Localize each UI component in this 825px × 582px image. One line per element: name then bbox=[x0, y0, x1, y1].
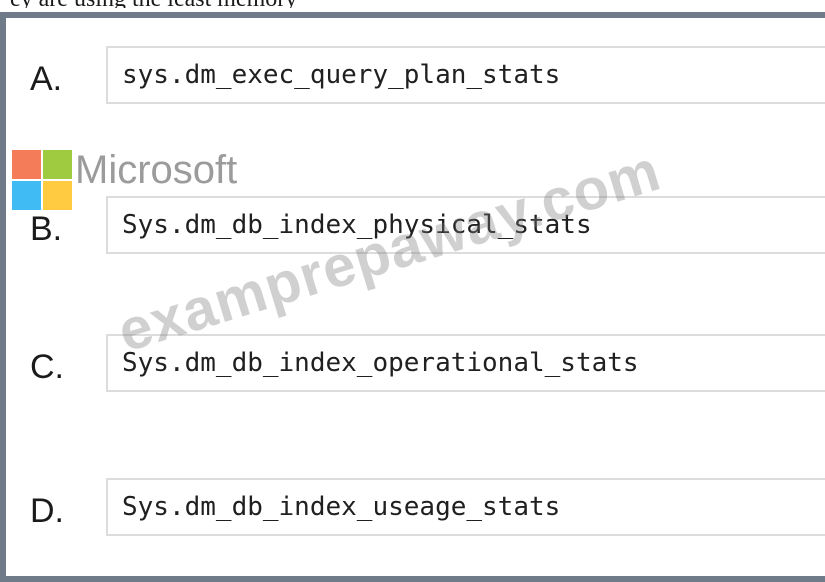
option-c-text: Sys.dm_db_index_operational_stats bbox=[122, 348, 639, 378]
option-a-letter: A. bbox=[30, 60, 63, 98]
microsoft-logo-icon bbox=[12, 150, 72, 210]
option-a-box[interactable]: sys.dm_exec_query_plan_stats bbox=[106, 46, 825, 104]
option-d-box[interactable]: Sys.dm_db_index_useage_stats bbox=[106, 478, 825, 536]
option-a-text: sys.dm_exec_query_plan_stats bbox=[122, 60, 561, 90]
option-d-text: Sys.dm_db_index_useage_stats bbox=[122, 492, 561, 522]
option-b-letter: B. bbox=[30, 210, 63, 248]
option-c-letter: C. bbox=[30, 348, 64, 386]
microsoft-watermark-text: Microsoft bbox=[75, 148, 238, 192]
option-d-letter: D. bbox=[30, 492, 64, 530]
cropped-question-text: ey are using the least memory bbox=[0, 0, 825, 8]
option-c-box[interactable]: Sys.dm_db_index_operational_stats bbox=[106, 334, 825, 392]
